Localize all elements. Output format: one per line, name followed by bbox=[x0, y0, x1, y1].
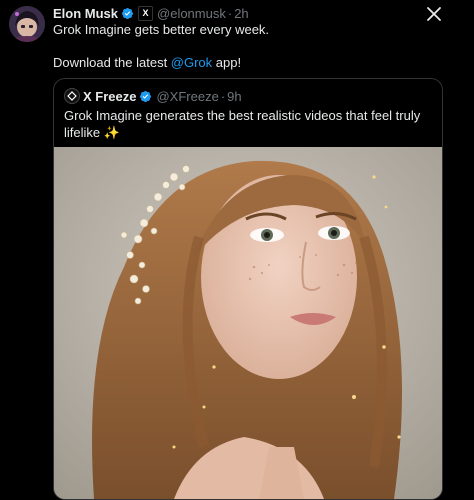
post-text-line2: Download the latest @Grok app! bbox=[53, 55, 241, 71]
quoted-author-handle[interactable]: @XFreeze bbox=[156, 89, 218, 104]
post-text-prefix: Download the latest bbox=[53, 55, 171, 70]
quoted-post-timestamp[interactable]: 9h bbox=[227, 89, 241, 104]
post-header: Elon Musk X @elonmusk · 2h bbox=[53, 4, 249, 22]
quoted-author-name[interactable]: X Freeze bbox=[83, 89, 136, 104]
author-avatar[interactable] bbox=[9, 6, 45, 42]
quoted-post[interactable]: X Freeze @XFreeze · 9h Grok Imagine gene… bbox=[53, 78, 443, 500]
quoted-post-header: X Freeze @XFreeze · 9h bbox=[64, 88, 242, 104]
portrait-illustration bbox=[54, 147, 442, 499]
post-timestamp[interactable]: 2h bbox=[234, 6, 248, 21]
post-text-line1: Grok Imagine gets better every week. bbox=[53, 22, 270, 37]
grok-mention-link[interactable]: @Grok bbox=[171, 55, 212, 70]
author-handle[interactable]: @elonmusk bbox=[157, 6, 226, 21]
quoted-post-image[interactable] bbox=[54, 147, 442, 499]
x-affiliate-icon: X bbox=[138, 5, 154, 21]
post-text-suffix: app! bbox=[212, 55, 242, 70]
verified-badge-icon bbox=[121, 7, 134, 20]
header-separator: · bbox=[227, 5, 233, 21]
post: Elon Musk X @elonmusk · 2h Grok Imagine … bbox=[0, 0, 474, 500]
quoted-header-separator: · bbox=[220, 88, 226, 104]
quoted-post-text: Grok Imagine generates the best realisti… bbox=[64, 108, 421, 140]
author-name[interactable]: Elon Musk bbox=[53, 6, 118, 21]
quoted-author-avatar[interactable] bbox=[64, 88, 80, 104]
verified-badge-icon bbox=[139, 90, 152, 103]
close-icon[interactable] bbox=[425, 5, 443, 23]
